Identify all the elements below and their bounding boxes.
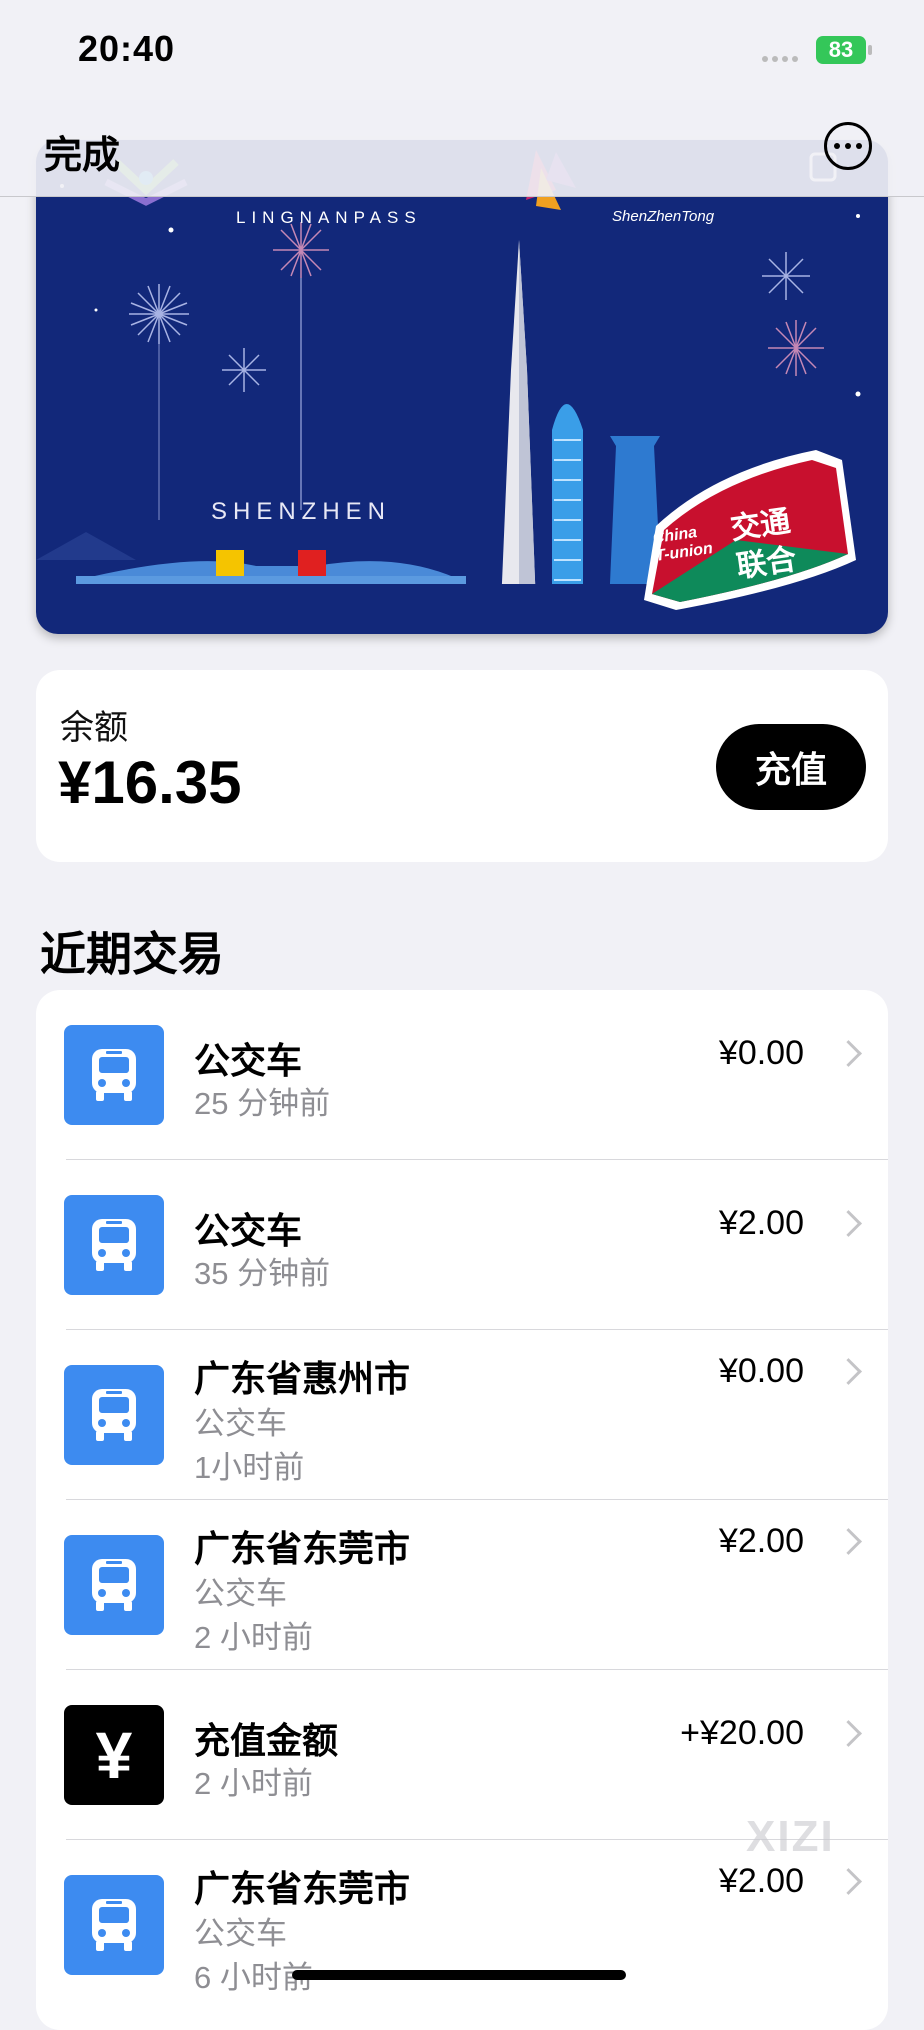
transaction-time: 2 小时前	[194, 1766, 313, 1801]
transaction-list: 公交车 25 分钟前 ¥0.00 公交车 35 分钟前 ¥2.00 广东省惠州市…	[36, 990, 888, 2030]
transaction-time: 1小时前	[194, 1450, 305, 1485]
transaction-time: 25 分钟前	[194, 1086, 331, 1121]
transaction-time: 2 小时前	[194, 1620, 313, 1655]
transaction-title: 广东省东莞市	[194, 1868, 411, 1909]
bus-icon	[64, 1875, 164, 1975]
card-city-label: SHENZHEN	[211, 498, 392, 525]
status-bar: 20:40 83	[0, 0, 924, 110]
t-union-cn-bottom: 联合	[734, 542, 799, 584]
transaction-category: 公交车	[194, 1916, 287, 1951]
transaction-amount: ¥2.00	[718, 1204, 804, 1242]
lingnanpass-label: LINGNANPASS	[236, 208, 422, 227]
bus-icon	[64, 1025, 164, 1125]
home-indicator[interactable]	[292, 1970, 626, 1980]
transaction-title: 广东省惠州市	[194, 1358, 411, 1399]
transaction-amount: ¥0.00	[718, 1034, 804, 1072]
transit-card[interactable]: LINGNANPASS ShenZhenTong SHENZHEN 交通 Chi…	[36, 140, 888, 634]
transaction-amount: ¥0.00	[718, 1352, 804, 1390]
transaction-title: 公交车	[194, 1210, 303, 1251]
transaction-amount: ¥2.00	[718, 1862, 804, 1900]
transaction-category: 公交车	[194, 1576, 287, 1611]
transaction-title: 公交车	[194, 1040, 303, 1081]
bus-icon	[64, 1535, 164, 1635]
chevron-right-icon	[835, 1358, 862, 1385]
transaction-row[interactable]: 公交车 25 分钟前 ¥0.00	[36, 990, 888, 1160]
ellipsis-circle-icon[interactable]	[824, 122, 872, 170]
balance-card: 余额 ¥16.35 充值	[36, 670, 888, 862]
yen-icon: ¥	[64, 1705, 164, 1805]
battery-level: 83	[816, 36, 866, 64]
transaction-row[interactable]: 广东省东莞市 公交车 2 小时前 ¥2.00	[36, 1500, 888, 1670]
battery-icon: 83	[816, 36, 876, 64]
transaction-amount: +¥20.00	[680, 1714, 804, 1752]
chevron-right-icon	[835, 1040, 862, 1067]
transaction-row[interactable]: 公交车 35 分钟前 ¥2.00	[36, 1160, 888, 1330]
recharge-button[interactable]: 充值	[716, 724, 866, 810]
status-time: 20:40	[78, 28, 176, 69]
transaction-time: 35 分钟前	[194, 1256, 331, 1291]
chevron-right-icon	[835, 1720, 862, 1747]
transaction-row[interactable]: 广东省惠州市 公交车 1小时前 ¥0.00	[36, 1330, 888, 1500]
recent-transactions-title: 近期交易	[40, 928, 224, 980]
chevron-right-icon	[835, 1868, 862, 1895]
transaction-amount: ¥2.00	[718, 1522, 804, 1560]
transaction-category: 公交车	[194, 1406, 287, 1441]
signal-icon	[762, 56, 798, 62]
shenzhentong-label: ShenZhenTong	[612, 208, 715, 225]
bus-icon	[64, 1195, 164, 1295]
transaction-title: 广东省东莞市	[194, 1528, 411, 1569]
chevron-right-icon	[835, 1528, 862, 1555]
transaction-row[interactable]: 广东省东莞市 公交车 6 小时前 ¥2.00	[36, 1840, 888, 2010]
transaction-title: 充值金额	[194, 1720, 339, 1761]
bus-icon	[64, 1365, 164, 1465]
balance-amount: ¥16.35	[58, 749, 242, 816]
nav-bar: 完成	[0, 100, 924, 197]
balance-label: 余额	[60, 709, 128, 747]
watermark: XIZI	[746, 1812, 835, 1861]
done-button[interactable]: 完成	[44, 124, 120, 179]
chevron-right-icon	[835, 1210, 862, 1237]
